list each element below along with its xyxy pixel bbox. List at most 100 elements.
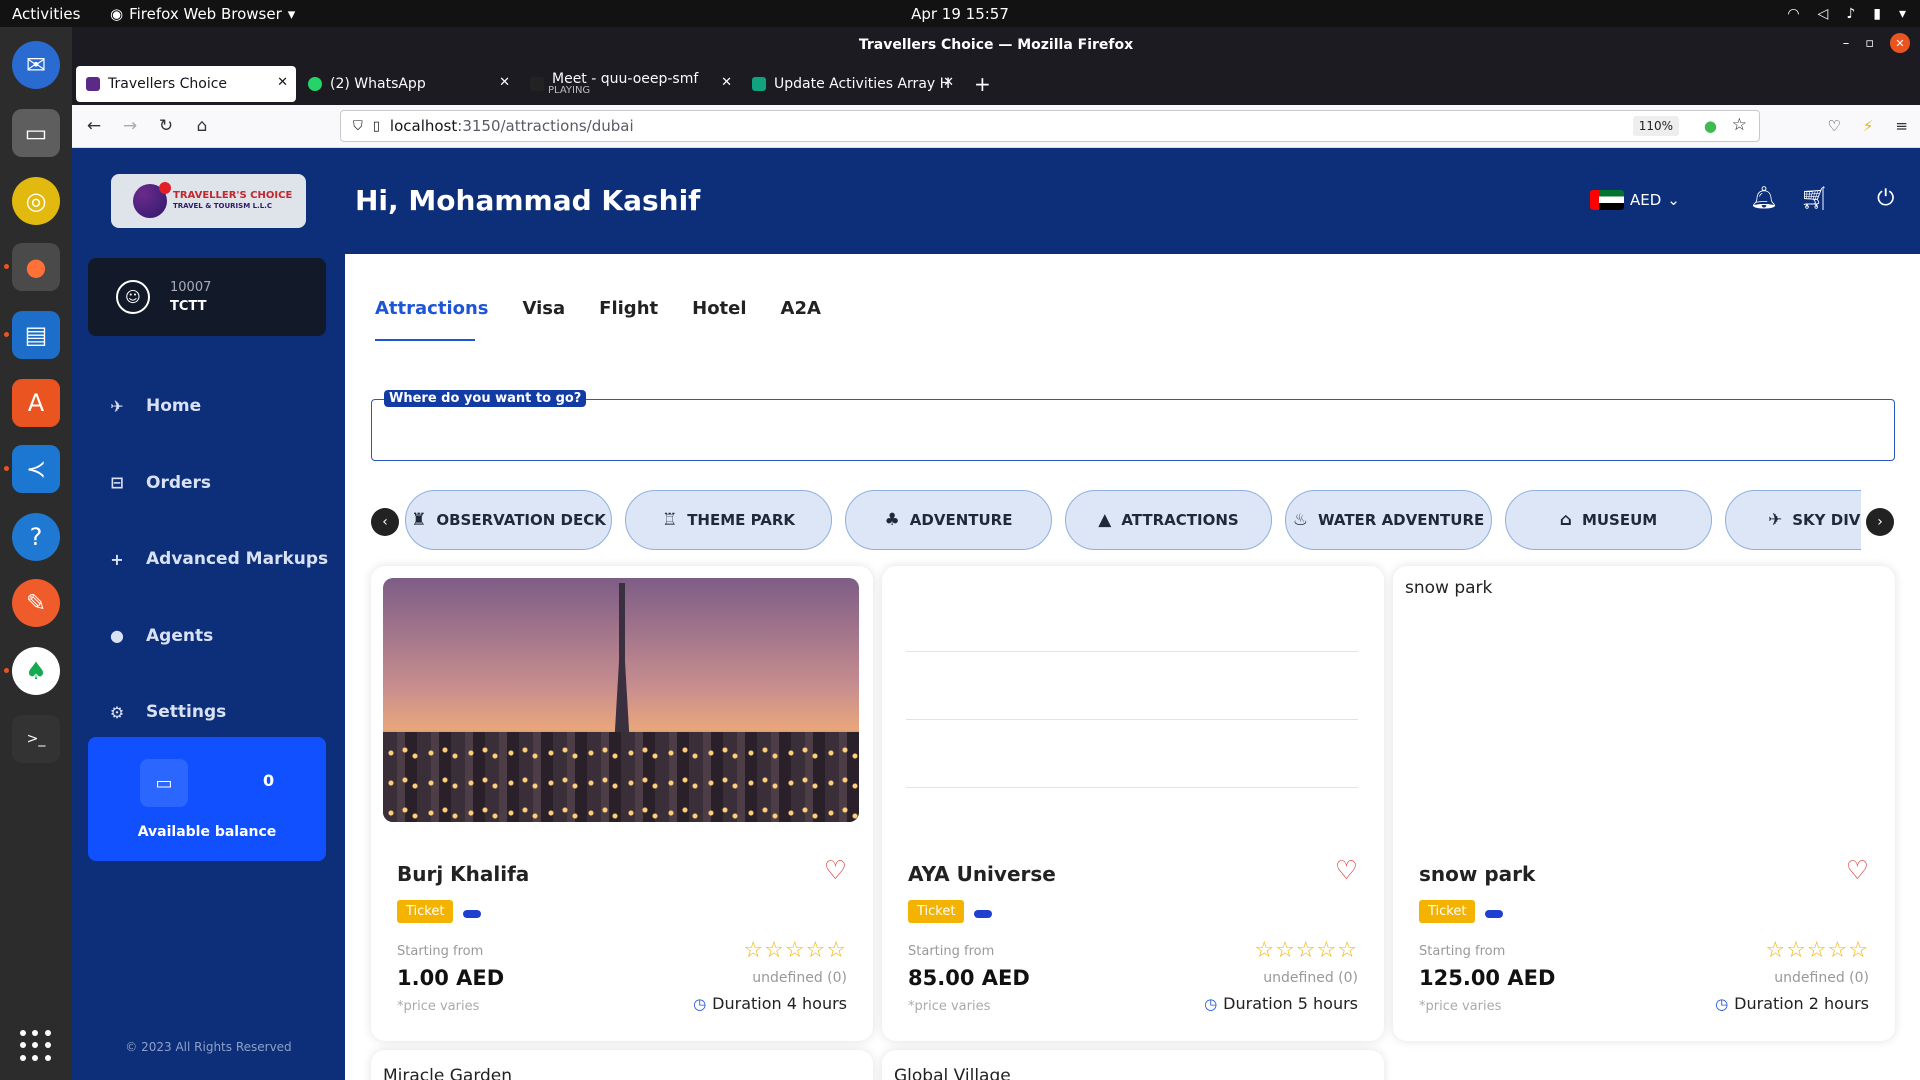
- close-tab-icon[interactable]: ✕: [943, 75, 954, 90]
- tab-whatsapp[interactable]: (2) WhatsApp ✕: [298, 66, 518, 102]
- attraction-card-burj-khalifa[interactable]: Burj Khalifa ♡ Ticket Starting from 1.00…: [371, 566, 873, 1041]
- hamburger-menu-icon[interactable]: ≡: [1895, 117, 1908, 135]
- close-tab-icon[interactable]: ✕: [721, 75, 732, 90]
- system-top-bar: Activities ◉ Firefox Web Browser ▾ Apr 1…: [0, 0, 1920, 27]
- carousel-next-button[interactable]: ›: [1866, 508, 1894, 536]
- carousel-prev-button[interactable]: ‹: [371, 508, 399, 536]
- app-menu[interactable]: ◉ Firefox Web Browser ▾: [110, 5, 295, 23]
- rating-stars: ☆☆☆☆☆: [743, 938, 847, 963]
- close-window-button[interactable]: ✕: [1890, 33, 1910, 53]
- thunderbird-icon[interactable]: ✉: [12, 41, 60, 89]
- show-apps-icon[interactable]: [20, 1030, 52, 1062]
- postman-icon[interactable]: ✎: [12, 579, 60, 627]
- wallet-icon: ▭: [140, 759, 188, 807]
- category-label: MUSEUM: [1581, 511, 1658, 529]
- attraction-image[interactable]: [894, 578, 1370, 822]
- maximize-icon[interactable]: ▫: [1865, 36, 1874, 51]
- attraction-name[interactable]: snow park: [1419, 862, 1535, 886]
- files-icon[interactable]: ▭: [12, 109, 60, 157]
- reload-icon[interactable]: ↻: [148, 116, 184, 136]
- heart-icon[interactable]: ♡: [1846, 856, 1869, 886]
- url-host: localhost: [389, 117, 458, 135]
- category-museum[interactable]: ⌂ MUSEUM: [1505, 490, 1712, 550]
- tab-flight[interactable]: Flight: [599, 298, 658, 319]
- bell-icon[interactable]: 🔔︎: [1750, 186, 1778, 211]
- category-attractions[interactable]: ▲ ATTRACTIONS: [1065, 490, 1272, 550]
- extension-bolt-icon[interactable]: ⚡: [1863, 117, 1874, 135]
- tab-travellers-choice[interactable]: Travellers Choice ✕: [76, 66, 296, 102]
- company-logo[interactable]: TRAVELLER'S CHOICE TRAVEL & TOURISM L.L.…: [111, 174, 306, 228]
- bookmark-star-icon[interactable]: ☆: [1732, 115, 1747, 135]
- attraction-card-snow-park[interactable]: snow park snow park ♡ Ticket Starting fr…: [1393, 566, 1895, 1041]
- attraction-card-global-village[interactable]: Global Village: [882, 1050, 1384, 1080]
- tab-a2a[interactable]: A2A: [781, 298, 821, 319]
- starting-from-label: Starting from: [1419, 944, 1506, 959]
- category-adventure[interactable]: ♣ ADVENTURE: [845, 490, 1052, 550]
- zoom-level[interactable]: 110%: [1632, 116, 1679, 136]
- heart-icon[interactable]: ♡: [824, 856, 847, 886]
- system-tray[interactable]: ◠ ◁ ♪ ▮ ▾: [1787, 0, 1906, 27]
- user-id: 10007: [170, 280, 212, 295]
- attraction-name[interactable]: Burj Khalifa: [397, 862, 529, 886]
- shield-icon: ⛉: [353, 118, 363, 134]
- heart-icon[interactable]: ♡: [1335, 856, 1358, 886]
- terminal-icon[interactable]: >_: [12, 715, 60, 763]
- tab-meet[interactable]: Meet - quu-oeep-smf PLAYING ✕: [520, 66, 740, 102]
- software-icon[interactable]: A: [12, 379, 60, 427]
- url-bar[interactable]: ⛉ ▯ localhost:3150/attractions/dubai 110…: [340, 110, 1760, 142]
- search-input[interactable]: [384, 420, 1874, 438]
- tab-visa[interactable]: Visa: [523, 298, 566, 319]
- tab-attractions[interactable]: Attractions: [375, 298, 489, 319]
- duration-label: Duration 5 hours: [1223, 994, 1358, 1013]
- sidebar-menu: ✈ Home ⊟ Orders + Advanced Markups ● Agents …: [108, 368, 328, 751]
- activities-button[interactable]: Activities: [0, 5, 100, 23]
- copyright: © 2023 All Rights Reserved: [125, 1040, 292, 1054]
- category-theme-park[interactable]: ♖ THEME PARK: [625, 490, 832, 550]
- attraction-card-miracle-garden[interactable]: Miracle Garden: [371, 1050, 873, 1080]
- duration: ◷ Duration 4 hours: [693, 994, 847, 1013]
- chatgpt-icon: [752, 77, 766, 91]
- power-icon[interactable]: ⏻: [1877, 186, 1894, 211]
- minimize-icon[interactable]: –: [1843, 36, 1850, 51]
- category-pill: [1485, 910, 1503, 918]
- app-menu-label: Firefox Web Browser: [129, 4, 282, 23]
- balance-card[interactable]: ▭ 0 Available balance: [88, 737, 326, 861]
- tab-hotel[interactable]: Hotel: [692, 298, 746, 319]
- category-sky-div[interactable]: ✈ SKY DIV: [1725, 490, 1861, 550]
- user-card[interactable]: ☺ 10007 TCTT: [88, 258, 326, 336]
- back-icon[interactable]: ←: [76, 116, 112, 136]
- rhythmbox-icon[interactable]: ◎: [12, 177, 60, 225]
- attraction-card-aya-universe[interactable]: AYA Universe ♡ Ticket Starting from 85.0…: [882, 566, 1384, 1041]
- extension-icon[interactable]: ●: [1704, 117, 1717, 135]
- power-menu-icon: ▾: [1898, 5, 1906, 22]
- toolbar-right: ♡ ⚡ ≡: [1827, 117, 1908, 135]
- mongodb-icon[interactable]: ♠: [12, 647, 60, 695]
- chevron-down-icon: ▾: [287, 4, 296, 23]
- sidebar-item-orders[interactable]: ⊟ Orders: [108, 445, 328, 522]
- home-icon[interactable]: ⌂: [184, 116, 220, 136]
- currency-selector[interactable]: AED ⌄: [1590, 190, 1680, 210]
- tab-strip: Travellers Choice ✕ (2) WhatsApp ✕ Meet …: [72, 63, 1920, 105]
- firefox-dock-icon[interactable]: ●: [12, 243, 60, 291]
- help-icon[interactable]: ?: [12, 513, 60, 561]
- category-observation-deck[interactable]: ♜ OBSERVATION DECK: [405, 490, 612, 550]
- sidebar-item-advanced-markups[interactable]: + Advanced Markups: [108, 521, 328, 598]
- category-water-adventure[interactable]: ♨ WATER ADVENTURE: [1285, 490, 1492, 550]
- vscode-icon[interactable]: ≺: [12, 445, 60, 493]
- new-tab-button[interactable]: +: [974, 72, 991, 96]
- close-tab-icon[interactable]: ✕: [499, 75, 510, 90]
- writer-icon[interactable]: ▤: [12, 311, 60, 359]
- attraction-image[interactable]: [383, 578, 859, 822]
- window-controls: – ▫ ✕: [1843, 33, 1910, 53]
- currency-label: AED: [1630, 191, 1662, 209]
- sidebar-item-agents[interactable]: ● Agents: [108, 598, 328, 675]
- pocket-icon[interactable]: ♡: [1827, 117, 1840, 135]
- close-tab-icon[interactable]: ✕: [277, 75, 288, 90]
- tab-update-activities[interactable]: Update Activities Array H ✕: [742, 66, 962, 102]
- attraction-name[interactable]: AYA Universe: [908, 862, 1056, 886]
- rating-stars: ☆☆☆☆☆: [1254, 938, 1358, 963]
- sidebar-item-home[interactable]: ✈ Home: [108, 368, 328, 445]
- forward-icon[interactable]: →: [112, 116, 148, 136]
- window-title-bar: Travellers Choice — Mozilla Firefox – ▫ …: [72, 27, 1920, 63]
- user-name: TCTT: [170, 299, 207, 314]
